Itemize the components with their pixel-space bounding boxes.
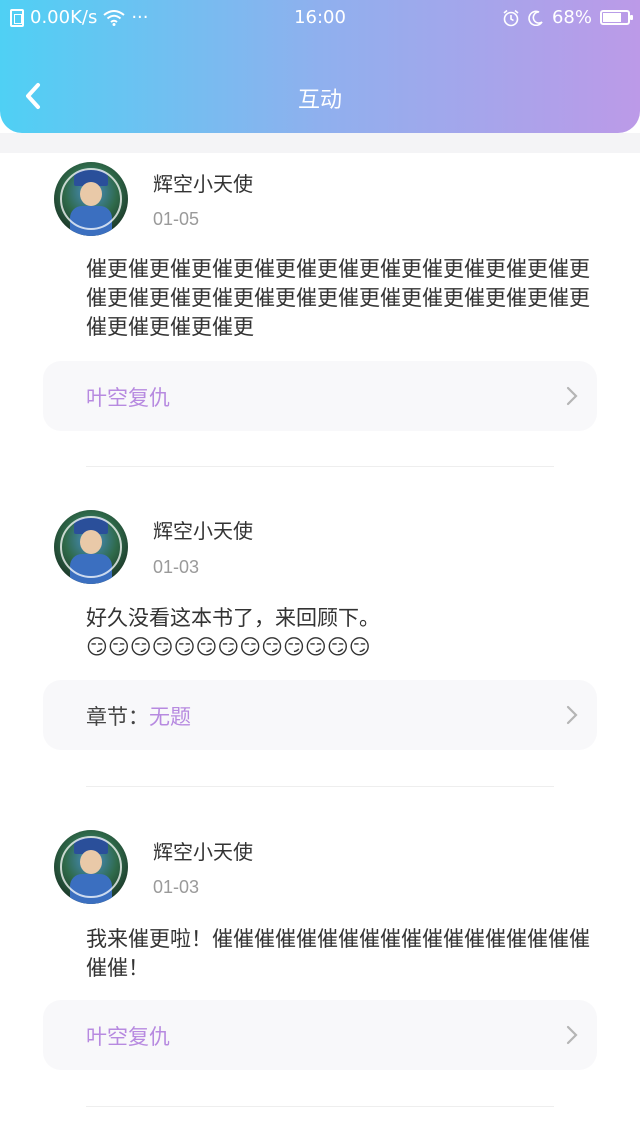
book-link-row[interactable]: 叶空复仇: [43, 1000, 597, 1070]
app-header: 0.00K/s ··· 16:00 68% 互动: [0, 0, 640, 133]
battery-percent: 68%: [551, 7, 592, 28]
do-not-disturb-moon-icon: [528, 10, 543, 26]
chevron-right-icon: [566, 1025, 578, 1045]
alarm-icon: [503, 9, 519, 26]
top-spacer: [0, 133, 640, 153]
page-title: 互动: [297, 88, 342, 113]
battery-icon: [600, 10, 633, 25]
book-title-link: 叶空复仇: [86, 1025, 170, 1049]
comment-card: 辉空小天使 01-03 我来催更啦！催催催催催催催催催催催催催催催催催催催催！ …: [0, 0, 640, 1110]
divider: [86, 1106, 554, 1107]
status-bar: 0.00K/s ··· 16:00 68%: [0, 0, 640, 36]
comment-date: 01-03: [153, 877, 200, 897]
comment-text: 我来催更啦！催催催催催催催催催催催催催催催催催催催催！: [86, 927, 590, 980]
comment-username[interactable]: 辉空小天使: [153, 836, 253, 865]
avatar[interactable]: [54, 830, 128, 904]
